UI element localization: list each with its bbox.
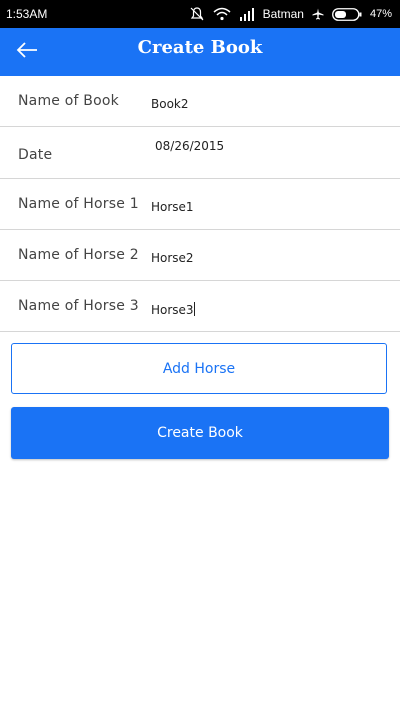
- horse-2-input[interactable]: Horse2: [151, 251, 194, 265]
- horse-1-input[interactable]: Horse1: [151, 200, 194, 214]
- airplane-icon: [312, 8, 324, 20]
- date-row[interactable]: Date 08/26/2015: [0, 127, 400, 179]
- date-label: Date: [18, 147, 53, 163]
- book-name-row[interactable]: Name of Book Book2: [0, 76, 400, 127]
- notifications-off-icon: [189, 6, 205, 22]
- book-name-label: Name of Book: [18, 93, 119, 109]
- page-title: Create Book: [137, 37, 263, 58]
- wifi-icon: [213, 7, 231, 21]
- date-input[interactable]: 08/26/2015: [155, 139, 224, 153]
- battery-percentage: 47%: [369, 8, 392, 20]
- status-bar: 1:53AM Batman 47%: [0, 0, 400, 28]
- create-book-form: Name of Book Book2 Date 08/26/2015 Name …: [0, 76, 400, 332]
- horse-2-row[interactable]: Name of Horse 2 Horse2: [0, 230, 400, 281]
- app-bar: Create Book: [0, 28, 400, 76]
- signal-icon: [239, 7, 255, 21]
- horse-3-row[interactable]: Name of Horse 3 Horse3: [0, 281, 400, 332]
- carrier-name: Batman: [262, 7, 304, 21]
- horse-3-input[interactable]: Horse3: [151, 302, 195, 317]
- horse-2-label: Name of Horse 2: [18, 247, 139, 263]
- horse-1-row[interactable]: Name of Horse 1 Horse1: [0, 179, 400, 230]
- status-icons: Batman 47%: [189, 5, 392, 23]
- horse-3-label: Name of Horse 3: [18, 298, 139, 314]
- add-horse-button[interactable]: Add Horse: [11, 343, 387, 394]
- horse-3-value: Horse3: [151, 303, 194, 317]
- create-book-button[interactable]: Create Book: [11, 407, 389, 459]
- status-time: 1:53AM: [6, 7, 48, 21]
- battery-icon: [332, 7, 362, 21]
- horse-1-label: Name of Horse 1: [18, 196, 139, 212]
- text-cursor: [193, 302, 195, 316]
- book-name-input[interactable]: Book2: [151, 97, 189, 111]
